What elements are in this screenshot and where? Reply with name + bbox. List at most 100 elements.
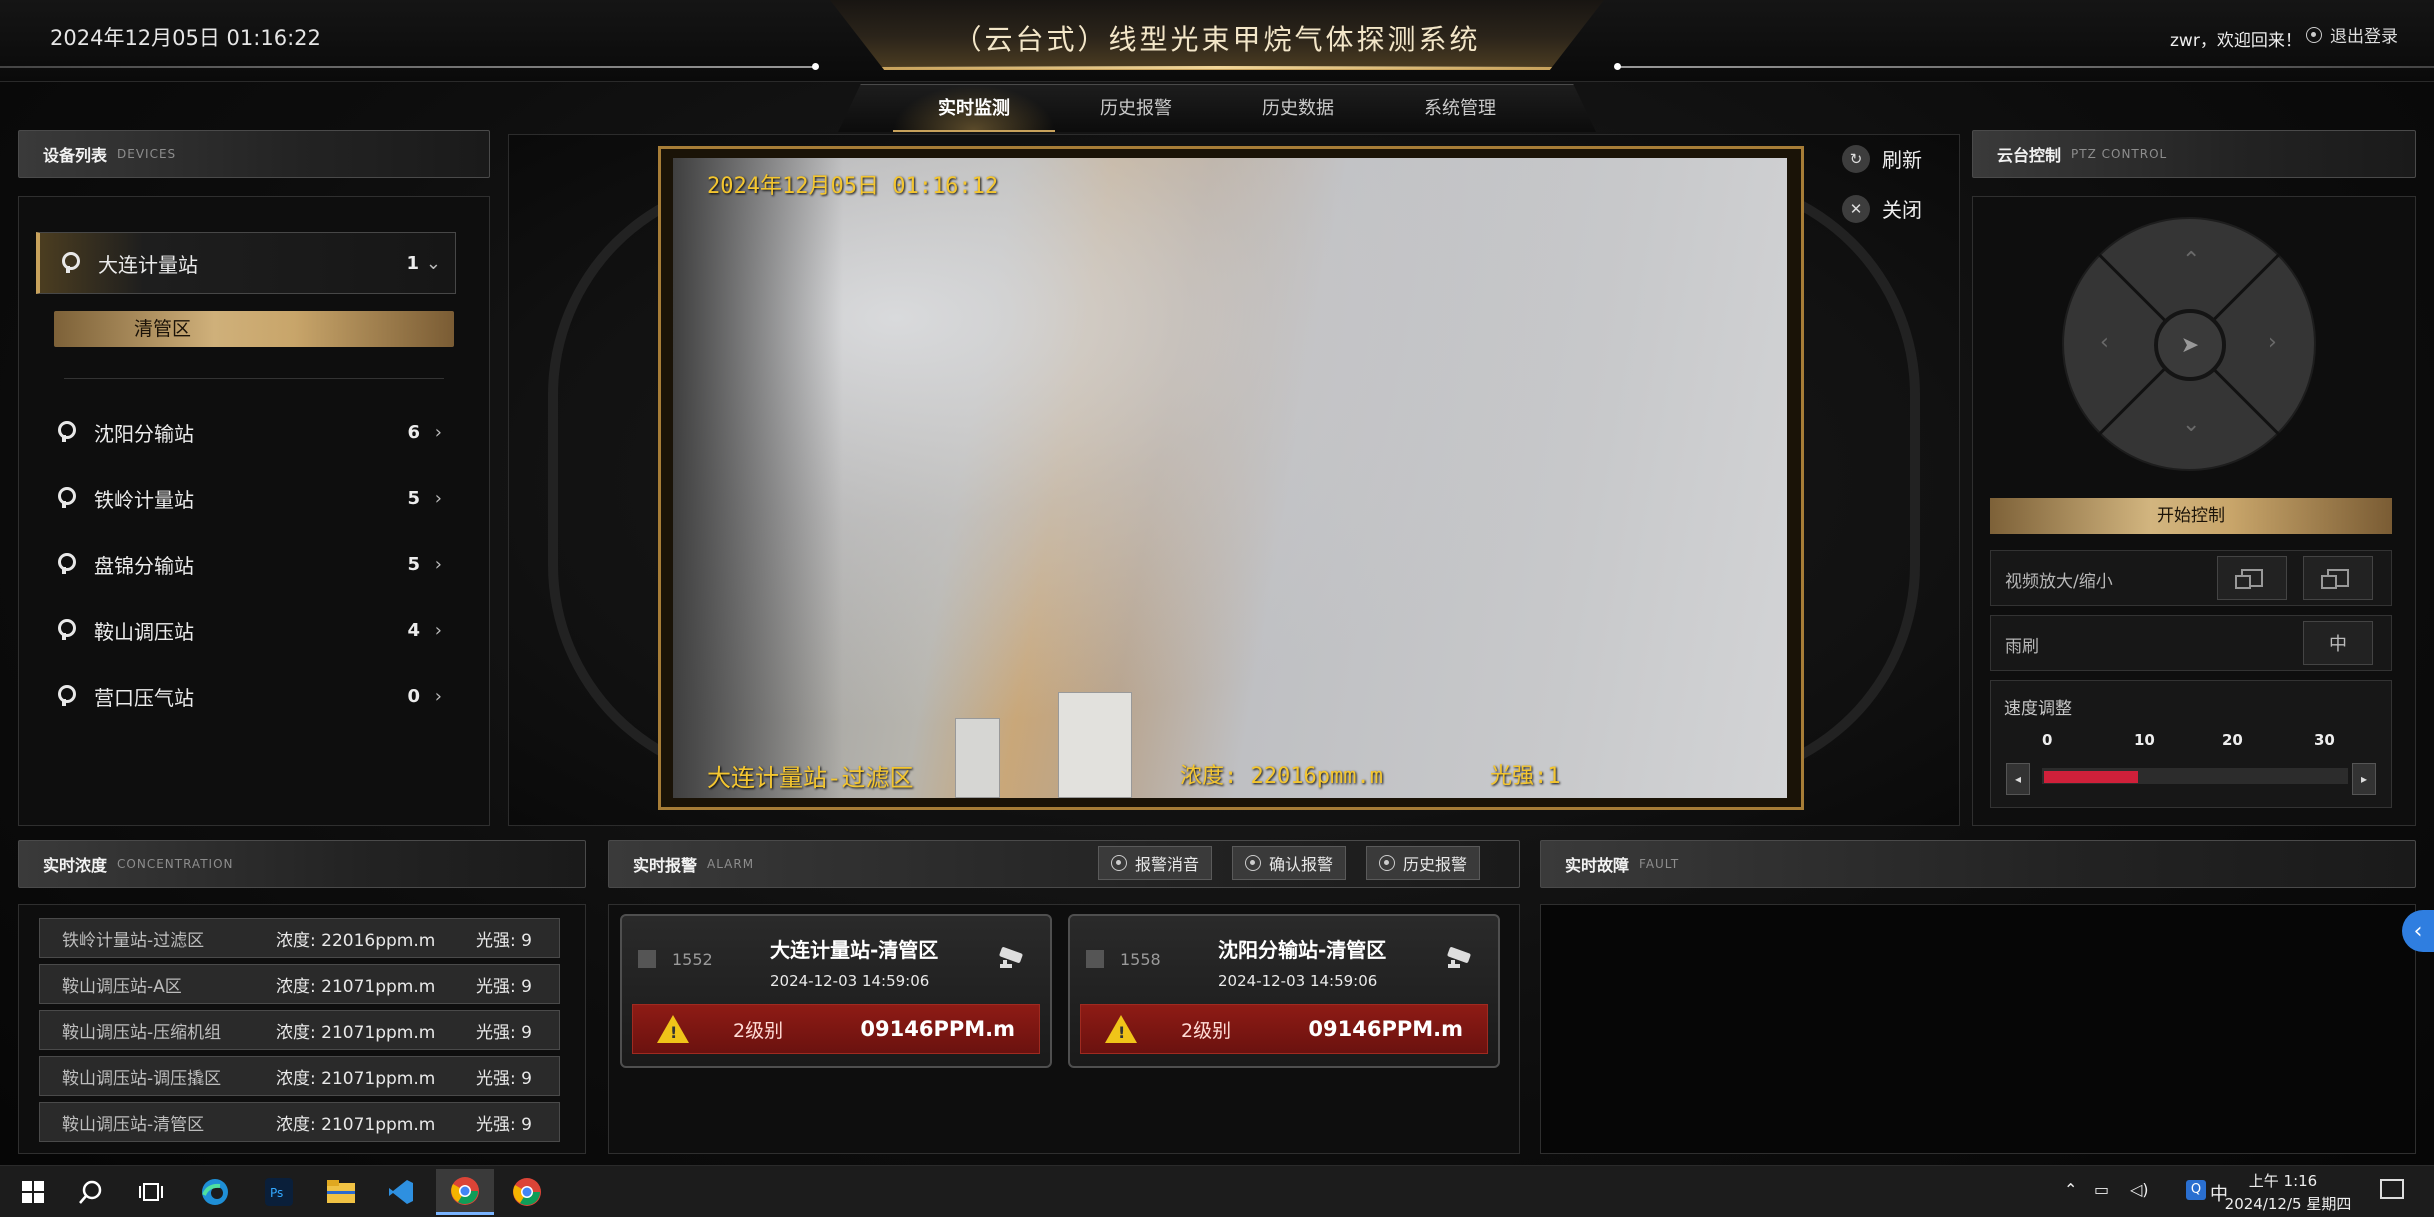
network-icon[interactable]: ▭ <box>2094 1180 2109 1199</box>
ptz-left-arrow-icon[interactable]: ‹ <box>2100 330 2109 355</box>
tab-history-data[interactable]: 历史数据 <box>1217 85 1379 132</box>
task-view-icon <box>139 1183 163 1201</box>
device-name: 营口压气站 <box>94 685 194 710</box>
device-item-yingkou[interactable]: 营口压气站 0 › <box>36 671 456 721</box>
alarm-level-bar: 2级别 09146PPM.m <box>1080 1004 1488 1054</box>
device-item-shenyang[interactable]: 沈阳分输站 6 › <box>36 407 456 457</box>
taskbar-chrome-active[interactable] <box>436 1169 494 1215</box>
alarm-checkbox[interactable] <box>1086 950 1104 968</box>
logout-label: 退出登录 <box>2330 27 2398 47</box>
search-icon <box>79 1180 102 1204</box>
taskbar-vscode[interactable] <box>372 1169 430 1215</box>
svg-text:Ps: Ps <box>270 1186 283 1200</box>
tab-system-management[interactable]: 系统管理 <box>1379 85 1541 132</box>
ptz-center-button[interactable]: ➤ <box>2154 309 2226 381</box>
chevron-right-icon: › <box>434 553 442 575</box>
zoom-out-button[interactable] <box>2303 556 2373 600</box>
history-alarm-button[interactable]: 历史报警 <box>1366 846 1481 880</box>
chevron-right-icon: › <box>434 421 442 443</box>
mute-alarm-button[interactable]: 报警消音 <box>1098 846 1213 880</box>
alarm-checkbox[interactable] <box>638 950 656 968</box>
ptz-down-arrow-icon[interactable]: ⌄ <box>2182 412 2200 437</box>
notification-icon[interactable] <box>2380 1179 2404 1199</box>
logout-button[interactable]: 退出登录 <box>2306 22 2398 47</box>
mute-label: 报警消音 <box>1135 855 1200 874</box>
start-control-button[interactable]: 开始控制 <box>1990 498 2392 534</box>
speed-slider-fill <box>2044 771 2138 783</box>
confirm-alarm-button[interactable]: 确认报警 <box>1232 846 1347 880</box>
zoom-in-button[interactable] <box>2217 556 2287 600</box>
concentration-row[interactable]: 鞍山调压站-压缩机组 浓度: 21071ppm.m 光强: 9 <box>39 1010 560 1050</box>
vscode-icon <box>389 1180 413 1204</box>
video-osd-concentration: 浓度: 22016pmm.m <box>1180 764 1383 789</box>
taskbar-file-explorer[interactable] <box>312 1169 370 1215</box>
history-icon <box>1379 855 1395 871</box>
clock-date[interactable]: 2024/12/5 星期四 <box>2218 1193 2358 1214</box>
navigate-icon: ➤ <box>2180 332 2200 358</box>
concentration-value: 浓度: 21071ppm.m <box>276 1022 436 1043</box>
video-osd-time: 2024年12月05日 01:16:12 <box>707 174 999 199</box>
concentration-row[interactable]: 铁岭计量站-过滤区 浓度: 22016ppm.m 光强: 9 <box>39 918 560 958</box>
device-item-tieling[interactable]: 铁岭计量站 5 › <box>36 473 456 523</box>
alarm-card[interactable]: 1552 大连计量站-清管区 2024-12-03 14:59:06 2级别 0… <box>620 914 1052 1068</box>
volume-icon[interactable]: ◁) <box>2130 1180 2149 1199</box>
devices-subtitle: DEVICES <box>117 147 177 161</box>
device-name: 盘锦分输站 <box>94 553 194 578</box>
ptz-right-arrow-icon[interactable]: › <box>2268 330 2277 355</box>
tab-history-alarm[interactable]: 历史报警 <box>1055 85 1217 132</box>
station-area: 鞍山调压站-清管区 <box>62 1114 205 1135</box>
alarm-level: 2级别 <box>1181 1019 1232 1042</box>
logout-icon <box>2306 26 2322 43</box>
device-area-item[interactable]: 清管区 <box>54 311 454 347</box>
ptz-up-arrow-icon[interactable]: ⌃ <box>2182 248 2200 273</box>
station-area: 鞍山调压站-A区 <box>62 976 182 997</box>
fault-panel <box>1540 904 2416 1154</box>
concentration-row[interactable]: 鞍山调压站-调压撬区 浓度: 21071ppm.m 光强: 9 <box>39 1056 560 1096</box>
warning-icon <box>1105 1015 1137 1043</box>
light-value: 光强: 9 <box>476 976 532 997</box>
wiper-label: 雨刷 <box>2005 637 2039 657</box>
device-item-anshan[interactable]: 鞍山调压站 4 › <box>36 605 456 655</box>
wall-device-image <box>1058 692 1132 798</box>
light-value: 光强: 9 <box>476 1068 532 1089</box>
concentration-title: 实时浓度 <box>43 856 108 875</box>
chrome-icon <box>513 1178 541 1206</box>
refresh-button[interactable]: ↻ 刷新 <box>1842 144 1922 173</box>
task-view-button[interactable] <box>122 1169 180 1215</box>
device-name: 鞍山调压站 <box>94 619 194 644</box>
taskbar-edge[interactable] <box>186 1169 244 1215</box>
taskbar-search-button[interactable] <box>62 1169 120 1215</box>
location-pin-icon <box>56 553 76 575</box>
device-item-dalian[interactable]: 大连计量站 1 ⌄ <box>36 232 456 294</box>
speed-increase-button[interactable]: ▸ <box>2352 763 2376 795</box>
qq-icon[interactable]: Q <box>2186 1180 2206 1200</box>
clock-time[interactable]: 上午 1:16 <box>2228 1170 2338 1191</box>
taskbar-photoshop[interactable]: Ps <box>250 1169 308 1215</box>
fault-title: 实时故障 <box>1565 856 1630 875</box>
chevron-right-icon: › <box>434 487 442 509</box>
title-glow <box>880 66 1554 69</box>
chevron-left-icon: ‹ <box>2413 918 2423 944</box>
concentration-row[interactable]: 鞍山调压站-A区 浓度: 21071ppm.m 光强: 9 <box>39 964 560 1004</box>
device-count: 5 <box>407 487 420 509</box>
alarm-card[interactable]: 1558 沈阳分输站-清管区 2024-12-03 14:59:06 2级别 0… <box>1068 914 1500 1068</box>
speed-tick: 30 <box>2314 731 2335 749</box>
close-icon: ✕ <box>1842 194 1870 223</box>
windows-logo-icon <box>22 1181 44 1203</box>
wiper-button[interactable]: 中 <box>2303 621 2373 665</box>
close-video-button[interactable]: ✕ 关闭 <box>1842 194 1922 223</box>
header-divider-left <box>0 66 816 68</box>
tray-chevron-up-icon[interactable]: ⌃ <box>2064 1180 2077 1199</box>
camera-icon <box>1447 947 1471 968</box>
video-osd-light: 光强:1 <box>1490 764 1561 789</box>
refresh-label: 刷新 <box>1882 148 1922 172</box>
current-datetime: 2024年12月05日 01:16:22 <box>50 26 321 50</box>
concentration-row[interactable]: 鞍山调压站-清管区 浓度: 21071ppm.m 光强: 9 <box>39 1102 560 1142</box>
taskbar-chrome[interactable] <box>498 1169 556 1215</box>
start-button[interactable] <box>4 1169 62 1215</box>
speed-decrease-button[interactable]: ◂ <box>2006 763 2030 795</box>
ptz-title: 云台控制 <box>1997 146 2062 165</box>
tab-realtime-monitor[interactable]: 实时监测 <box>893 85 1055 132</box>
wall-socket-image <box>955 718 1000 798</box>
device-item-panjin[interactable]: 盘锦分输站 5 › <box>36 539 456 589</box>
